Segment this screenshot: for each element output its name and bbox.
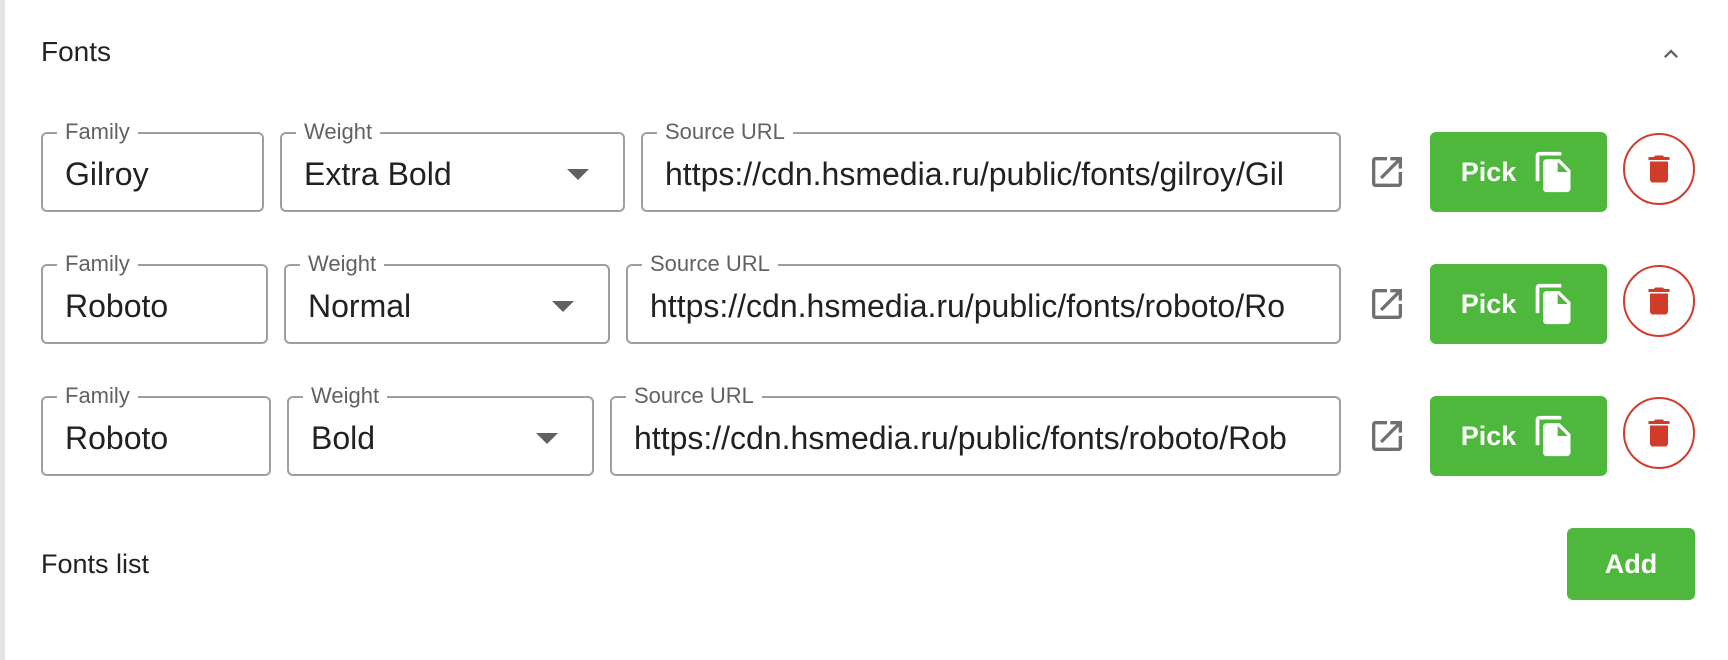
delete-button[interactable] bbox=[1623, 265, 1695, 337]
open-in-new-icon[interactable] bbox=[1367, 284, 1407, 324]
delete-button[interactable] bbox=[1623, 133, 1695, 205]
file-copy-icon bbox=[1535, 151, 1571, 193]
family-field[interactable]: Family Roboto bbox=[41, 383, 271, 476]
pick-label: Pick bbox=[1460, 157, 1517, 187]
weight-label: Weight bbox=[296, 119, 381, 145]
source-url-label: Source URL bbox=[626, 383, 762, 409]
delete-button[interactable] bbox=[1623, 397, 1695, 469]
weight-value: Normal bbox=[308, 288, 412, 324]
pick-label: Pick bbox=[1460, 289, 1517, 319]
family-label: Family bbox=[57, 383, 138, 409]
chevron-up-icon bbox=[1664, 49, 1678, 58]
open-in-new-icon[interactable] bbox=[1367, 152, 1407, 192]
font-row: Family Roboto Weight Bold Source URL htt… bbox=[5, 383, 1728, 476]
family-field[interactable]: Family Gilroy bbox=[41, 119, 264, 212]
font-row: Family Roboto Weight Normal Source URL h… bbox=[5, 251, 1728, 344]
open-in-new-icon[interactable] bbox=[1367, 416, 1407, 456]
source-url-field[interactable]: Source URL https://cdn.hsmedia.ru/public… bbox=[626, 251, 1341, 344]
pick-button[interactable]: Pick bbox=[1430, 132, 1607, 212]
caret-down-icon bbox=[536, 433, 558, 444]
fonts-panel: Fonts Family Gilroy Weight Extra Bold So… bbox=[0, 0, 1728, 660]
weight-value: Bold bbox=[311, 420, 376, 456]
source-url-value: https://cdn.hsmedia.ru/public/fonts/gilr… bbox=[665, 156, 1284, 192]
source-url-field[interactable]: Source URL https://cdn.hsmedia.ru/public… bbox=[610, 383, 1341, 476]
family-label: Family bbox=[57, 119, 138, 145]
family-value: Gilroy bbox=[65, 156, 149, 192]
weight-value: Extra Bold bbox=[304, 156, 452, 192]
font-row: Family Gilroy Weight Extra Bold Source U… bbox=[5, 119, 1728, 212]
family-value: Roboto bbox=[65, 288, 169, 324]
file-copy-icon bbox=[1535, 283, 1571, 325]
trash-icon bbox=[1648, 287, 1670, 315]
panel-title: Fonts bbox=[41, 36, 112, 67]
pick-button[interactable]: Pick bbox=[1430, 264, 1607, 344]
fonts-list-label: Fonts list bbox=[41, 549, 150, 579]
trash-icon bbox=[1648, 419, 1670, 447]
family-label: Family bbox=[57, 251, 138, 277]
caret-down-icon bbox=[552, 301, 574, 312]
source-url-label: Source URL bbox=[657, 119, 793, 145]
source-url-value: https://cdn.hsmedia.ru/public/fonts/robo… bbox=[634, 420, 1287, 456]
pick-label: Pick bbox=[1460, 421, 1517, 451]
family-field[interactable]: Family Roboto bbox=[41, 251, 268, 344]
weight-select[interactable]: Weight Extra Bold bbox=[280, 119, 625, 212]
source-url-field[interactable]: Source URL https://cdn.hsmedia.ru/public… bbox=[641, 119, 1341, 212]
collapse-button[interactable] bbox=[1653, 36, 1689, 72]
weight-label: Weight bbox=[303, 383, 388, 409]
weight-select[interactable]: Weight Normal bbox=[284, 251, 610, 344]
trash-icon bbox=[1648, 155, 1670, 183]
family-value: Roboto bbox=[65, 420, 169, 456]
source-url-value: https://cdn.hsmedia.ru/public/fonts/robo… bbox=[650, 288, 1286, 324]
file-copy-icon bbox=[1535, 415, 1571, 457]
weight-label: Weight bbox=[300, 251, 385, 277]
add-font-button[interactable]: Add bbox=[1567, 528, 1695, 600]
weight-select[interactable]: Weight Bold bbox=[287, 383, 594, 476]
pick-button[interactable]: Pick bbox=[1430, 396, 1607, 476]
source-url-label: Source URL bbox=[642, 251, 778, 277]
caret-down-icon bbox=[567, 169, 589, 180]
